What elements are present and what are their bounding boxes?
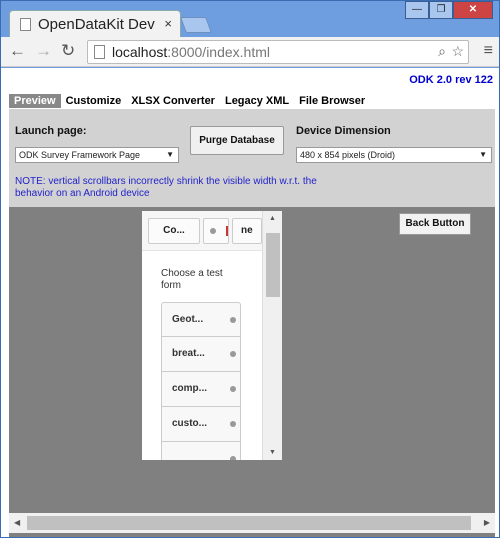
tab-file-browser[interactable]: File Browser — [294, 94, 370, 108]
back-button[interactable]: Back Button — [399, 213, 471, 235]
scroll-down-icon[interactable]: ▼ — [269, 449, 276, 456]
maximize-button[interactable]: ❐ — [429, 1, 453, 19]
tab-title: OpenDataKit Dev — [38, 16, 155, 33]
form-item[interactable] — [161, 442, 241, 460]
star-icon[interactable]: ☆ — [451, 43, 464, 60]
form-list: Geot... breat... comp... custo... — [161, 302, 241, 460]
scrollbar-note: NOTE: vertical scrollbars incorrectly sh… — [15, 176, 317, 199]
survey-button-co[interactable]: Co... — [148, 218, 200, 244]
device-frame: Co... ne Choose a test form Geot... brea… — [142, 211, 282, 460]
close-window-button[interactable]: ✕ — [453, 1, 493, 19]
minimize-button[interactable]: — — [405, 1, 429, 19]
new-tab-button[interactable] — [180, 17, 212, 33]
dropdown-arrow-icon: ▼ — [479, 150, 487, 159]
tab-xlsx-converter[interactable]: XLSX Converter — [126, 94, 220, 108]
scroll-up-icon[interactable]: ▲ — [269, 215, 276, 222]
main-nav: Preview Customize XLSX Converter Legacy … — [9, 94, 370, 108]
page-icon — [94, 45, 105, 59]
search-icon[interactable]: ⌕ — [438, 43, 446, 60]
purge-database-button[interactable]: Purge Database — [190, 126, 284, 155]
marker-icon — [226, 226, 228, 236]
tab-customize[interactable]: Customize — [61, 94, 127, 108]
chevron-icon — [230, 351, 236, 357]
chevron-icon — [230, 317, 236, 323]
tab-preview[interactable]: Preview — [9, 94, 61, 108]
browser-toolbar: ← → ↻ localhost:8000/index.html ⌕ ☆ ≡ — [1, 37, 499, 67]
version-label: ODK 2.0 rev 122 — [409, 74, 493, 86]
browser-tab[interactable]: OpenDataKit Dev × — [9, 10, 181, 37]
choose-form-title: Choose a test form — [161, 268, 223, 291]
form-item[interactable]: breat... — [161, 337, 241, 372]
scroll-thumb[interactable] — [266, 233, 280, 297]
scroll-right-icon[interactable]: ▶ — [484, 518, 490, 527]
launch-page-label: Launch page: — [15, 125, 87, 137]
back-arrow-icon[interactable]: ← — [9, 41, 26, 61]
survey-toolbar: Co... ne — [142, 211, 262, 251]
scroll-left-icon[interactable]: ◀ — [14, 518, 20, 527]
dot-icon — [210, 228, 216, 234]
device-vertical-scrollbar[interactable]: ▲ ▼ — [262, 211, 282, 460]
form-item[interactable]: custo... — [161, 407, 241, 442]
page-content: ODK 2.0 rev 122 Preview Customize XLSX C… — [1, 68, 499, 537]
close-tab-icon[interactable]: × — [164, 16, 172, 31]
form-item[interactable]: comp... — [161, 372, 241, 407]
dropdown-arrow-icon: ▼ — [166, 150, 174, 159]
preview-panel: Launch page: ODK Survey Framework Page ▼ … — [9, 109, 495, 537]
device-preview-area: Back Button Co... ne Choose a test form … — [9, 207, 495, 537]
address-bar[interactable]: localhost:8000/index.html ⌕ ☆ — [87, 40, 469, 64]
launch-page-select[interactable]: ODK Survey Framework Page ▼ — [15, 147, 179, 163]
chevron-icon — [230, 421, 236, 427]
forward-arrow-icon[interactable]: → — [35, 41, 52, 61]
reload-icon[interactable]: ↻ — [61, 41, 75, 61]
device-dimension-label: Device Dimension — [296, 125, 391, 137]
url-text: localhost:8000/index.html — [112, 44, 270, 60]
menu-icon[interactable]: ≡ — [484, 42, 493, 60]
chevron-icon — [230, 386, 236, 392]
chevron-icon — [230, 456, 236, 460]
browser-window: OpenDataKit Dev × — ❐ ✕ ← → ↻ localhost:… — [0, 0, 500, 538]
device-dimension-select[interactable]: 480 x 854 pixels (Droid) ▼ — [296, 147, 492, 163]
scroll-thumb[interactable] — [27, 516, 471, 530]
survey-button-mid[interactable] — [203, 218, 229, 244]
title-bar: OpenDataKit Dev × — ❐ ✕ — [1, 1, 499, 37]
page-icon — [20, 18, 31, 31]
horizontal-scrollbar[interactable]: ◀ ▶ — [9, 513, 495, 533]
form-item[interactable]: Geot... — [161, 302, 241, 337]
tab-legacy-xml[interactable]: Legacy XML — [220, 94, 294, 108]
survey-button-ne[interactable]: ne — [232, 218, 262, 244]
